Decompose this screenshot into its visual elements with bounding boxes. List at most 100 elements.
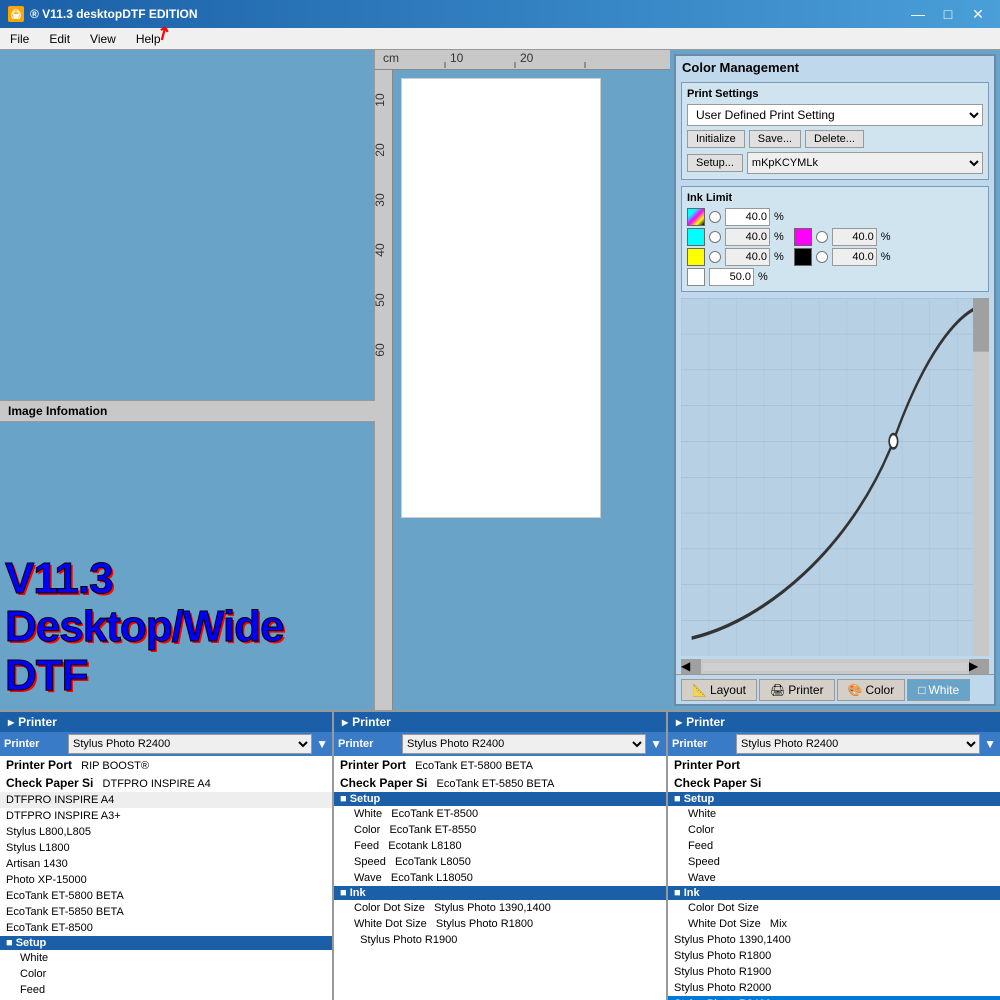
scroll-left-btn[interactable]: ◀ — [681, 659, 701, 674]
list-item[interactable]: Stylus Photo R1800 — [668, 948, 1000, 964]
magenta-radio[interactable] — [816, 231, 828, 243]
maximize-button[interactable]: □ — [934, 4, 962, 24]
print-settings-select[interactable]: User Defined Print Setting — [687, 104, 983, 126]
list-item[interactable]: Speed EcoTank L8050 — [334, 854, 666, 870]
black-value-input[interactable] — [832, 248, 877, 266]
panel1-list: Printer Port RIP BOOST® Check Paper Si D… — [0, 756, 332, 1000]
color-icon: 🎨 — [848, 683, 863, 697]
tab-color-label: Color — [866, 683, 895, 697]
list-item[interactable]: Stylus L800,L805 — [0, 824, 332, 840]
printer-icon: 🖨 — [770, 683, 785, 697]
list-item[interactable]: Feed — [668, 838, 1000, 854]
list-item[interactable]: Stylus Photo R2000 — [668, 980, 1000, 996]
list-item[interactable]: Stylus Photo R1900 — [668, 964, 1000, 980]
preview-paper — [401, 78, 601, 518]
list-item[interactable]: DTFPRO INSPIRE A3+ — [0, 808, 332, 824]
list-item[interactable]: EcoTank ET-5850 BETA — [0, 904, 332, 920]
save-button[interactable]: Save... — [749, 130, 801, 148]
tab-white[interactable]: □ White — [907, 679, 970, 701]
yellow-pct: % — [774, 251, 784, 263]
list-item[interactable]: DTFPRO INSPIRE A4 — [0, 792, 332, 808]
list-item[interactable]: Wave EcoTank L18050 — [334, 870, 666, 886]
cmyk-radio[interactable] — [709, 211, 721, 223]
initialize-button[interactable]: Initialize — [687, 130, 745, 148]
menu-view[interactable]: View — [80, 28, 126, 49]
cyan-radio[interactable] — [709, 231, 721, 243]
list-item[interactable]: Speed — [668, 854, 1000, 870]
setup-button[interactable]: Setup... — [687, 154, 743, 172]
svg-text:20: 20 — [375, 143, 387, 157]
white-value-input[interactable] — [709, 268, 754, 286]
panel1-printer-select[interactable]: Stylus Photo R2400 — [68, 734, 312, 754]
tab-layout[interactable]: 📐 Layout — [681, 679, 757, 701]
curve-chart — [681, 298, 989, 656]
list-item[interactable]: Artisan 1430 — [0, 856, 332, 872]
yellow-swatch — [687, 248, 705, 266]
preview-area — [393, 70, 670, 710]
menu-help[interactable]: Help ↗ — [126, 28, 171, 49]
cyan-value-input[interactable] — [725, 228, 770, 246]
magenta-swatch — [794, 228, 812, 246]
black-pct: % — [881, 251, 891, 263]
list-item[interactable]: Feed Ecotank L8180 — [334, 838, 666, 854]
list-item[interactable]: Color Dot Size — [668, 900, 1000, 916]
list-item-selected[interactable]: Stylus Photo R2400 — [668, 996, 1000, 1000]
menu-edit[interactable]: Edit — [39, 28, 80, 49]
tab-printer[interactable]: 🖨 Printer — [759, 679, 835, 701]
menubar: File Edit View Help ↗ — [0, 28, 1000, 50]
ruler-top: cm 10 20 — [375, 50, 670, 70]
panel3-printer-select[interactable]: Stylus Photo R2400 — [736, 734, 980, 754]
list-item[interactable]: Stylus Photo R1900 — [334, 932, 666, 948]
right-panel: Color Management Print Settings User Def… — [670, 50, 1000, 710]
magenta-value-input[interactable] — [832, 228, 877, 246]
panel3-header: Printer — [668, 712, 1000, 732]
delete-button[interactable]: Delete... — [805, 130, 864, 148]
minimize-button[interactable]: — — [904, 4, 932, 24]
cmyk-pct: % — [774, 211, 784, 223]
list-item[interactable]: Check Paper Si — [668, 774, 1000, 792]
list-item[interactable]: EcoTank ET-8500 — [0, 920, 332, 936]
panel2-printer-label: Printer — [338, 738, 398, 750]
printer-panel-1: Printer Printer Stylus Photo R2400 ▼ Pri… — [0, 712, 334, 1000]
image-info-header: Image Infomation — [0, 400, 375, 422]
cmyk-value-input[interactable] — [725, 208, 770, 226]
list-item[interactable]: White — [668, 806, 1000, 822]
panel2-printer-select[interactable]: Stylus Photo R2400 — [402, 734, 646, 754]
list-item[interactable]: Stylus Photo 1390,1400 — [668, 932, 1000, 948]
list-item[interactable]: Feed — [0, 982, 332, 998]
section-setup: ■ Setup — [668, 792, 1000, 806]
black-radio[interactable] — [816, 251, 828, 263]
list-item[interactable]: Check Paper Si EcoTank ET-5850 BETA — [334, 774, 666, 792]
list-item[interactable]: Wave — [668, 870, 1000, 886]
tab-white-label: White — [928, 683, 959, 697]
panel2-dropdown-arrow: ▼ — [650, 737, 662, 751]
yellow-value-input[interactable] — [725, 248, 770, 266]
scroll-right-btn[interactable]: ▶ — [969, 659, 989, 674]
list-item[interactable]: Color — [668, 822, 1000, 838]
list-item[interactable]: Color — [0, 966, 332, 982]
list-item[interactable]: Color EcoTank ET-8550 — [334, 822, 666, 838]
h-scrollbar[interactable]: ◀ ▶ — [681, 659, 989, 674]
list-item[interactable]: Photo XP-15000 — [0, 872, 332, 888]
list-item[interactable]: Stylus L1800 — [0, 840, 332, 856]
panel3-dropdown-arrow: ▼ — [984, 737, 996, 751]
logo-text: V11.3 Desktop/Wide DTF — [5, 555, 374, 700]
close-button[interactable]: ✕ — [964, 4, 992, 24]
list-item[interactable]: EcoTank ET-5800 BETA — [0, 888, 332, 904]
setup-select[interactable]: mKpKCYMLk — [747, 152, 983, 174]
list-item[interactable]: Printer Port EcoTank ET-5800 BETA — [334, 756, 666, 774]
curve-area — [681, 298, 989, 656]
list-item[interactable]: White — [0, 950, 332, 966]
list-item[interactable]: Printer Port — [668, 756, 1000, 774]
list-item[interactable]: Printer Port RIP BOOST® — [0, 756, 332, 774]
tab-color[interactable]: 🎨 Color — [837, 679, 906, 701]
svg-text:20: 20 — [520, 51, 534, 65]
list-item[interactable]: White EcoTank ET-8500 — [334, 806, 666, 822]
list-item[interactable]: Color Dot Size Stylus Photo 1390,1400 — [334, 900, 666, 916]
svg-text:40: 40 — [375, 243, 387, 257]
yellow-radio[interactable] — [709, 251, 721, 263]
menu-file[interactable]: File — [0, 28, 39, 49]
list-item[interactable]: White Dot Size Mix — [668, 916, 1000, 932]
list-item[interactable]: White Dot Size Stylus Photo R1800 — [334, 916, 666, 932]
list-item[interactable]: Check Paper Si DTFPRO INSPIRE A4 — [0, 774, 332, 792]
